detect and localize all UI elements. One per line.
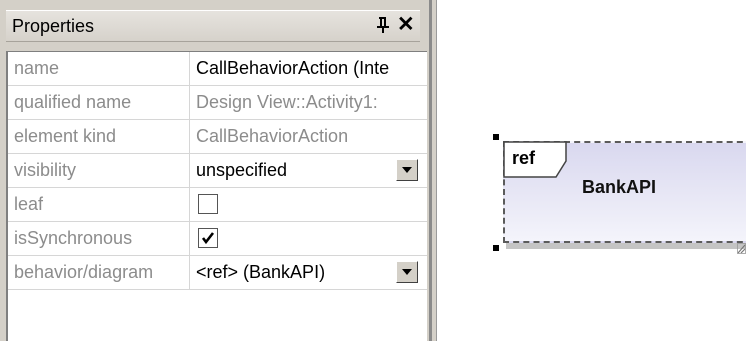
properties-panel: Properties ✕ name CallBehaviorAction (In… bbox=[0, 0, 429, 341]
property-row-qualified-name[interactable]: qualified name Design View::Activity1: bbox=[8, 86, 427, 120]
action-name: BankAPI bbox=[582, 177, 657, 197]
property-value-element-kind: CallBehaviorAction bbox=[196, 126, 349, 146]
property-label: visibility bbox=[8, 154, 190, 187]
ref-label: ref bbox=[512, 148, 536, 168]
close-icon[interactable]: ✕ bbox=[397, 13, 415, 37]
issynchronous-checkbox[interactable] bbox=[198, 228, 218, 248]
selection-handle[interactable] bbox=[493, 134, 499, 140]
selection-handle[interactable] bbox=[493, 245, 499, 251]
visibility-select[interactable]: unspecified bbox=[190, 154, 427, 187]
resize-corner-icon[interactable] bbox=[737, 243, 746, 254]
leaf-cell bbox=[190, 188, 427, 221]
issynchronous-cell bbox=[190, 222, 427, 255]
property-label: isSynchronous bbox=[8, 222, 190, 255]
behavior-diagram-select[interactable]: <ref> (BankAPI) bbox=[190, 256, 427, 289]
leaf-checkbox[interactable] bbox=[198, 194, 218, 214]
property-label: leaf bbox=[8, 188, 190, 221]
property-label: element kind bbox=[8, 120, 190, 153]
property-label: qualified name bbox=[8, 86, 190, 119]
property-row-behavior-diagram[interactable]: behavior/diagram <ref> (BankAPI) bbox=[8, 256, 427, 290]
property-value-name[interactable]: CallBehaviorAction (Inte bbox=[190, 52, 427, 85]
dropdown-arrow-icon[interactable] bbox=[396, 261, 418, 283]
properties-titlebar: Properties ✕ bbox=[6, 10, 420, 42]
property-label: behavior/diagram bbox=[8, 256, 190, 289]
panel-title: Properties bbox=[12, 16, 95, 36]
property-row-name[interactable]: name CallBehaviorAction (Inte bbox=[8, 52, 427, 86]
property-grid: name CallBehaviorAction (Inte qualified … bbox=[6, 51, 427, 341]
dropdown-arrow-icon[interactable] bbox=[396, 159, 418, 181]
property-row-issynchronous[interactable]: isSynchronous bbox=[8, 222, 427, 256]
property-row-leaf[interactable]: leaf bbox=[8, 188, 427, 222]
visibility-value: unspecified bbox=[196, 160, 288, 180]
property-row-element-kind[interactable]: element kind CallBehaviorAction bbox=[8, 120, 427, 154]
property-row-visibility[interactable]: visibility unspecified bbox=[8, 154, 427, 188]
property-value-qualified-name: Design View::Activity1: bbox=[196, 92, 378, 112]
property-label: name bbox=[8, 52, 190, 85]
action-shadow bbox=[506, 243, 746, 249]
pin-icon[interactable] bbox=[375, 15, 391, 35]
behavior-diagram-value: <ref> (BankAPI) bbox=[196, 262, 326, 282]
checkmark-icon bbox=[201, 232, 215, 245]
